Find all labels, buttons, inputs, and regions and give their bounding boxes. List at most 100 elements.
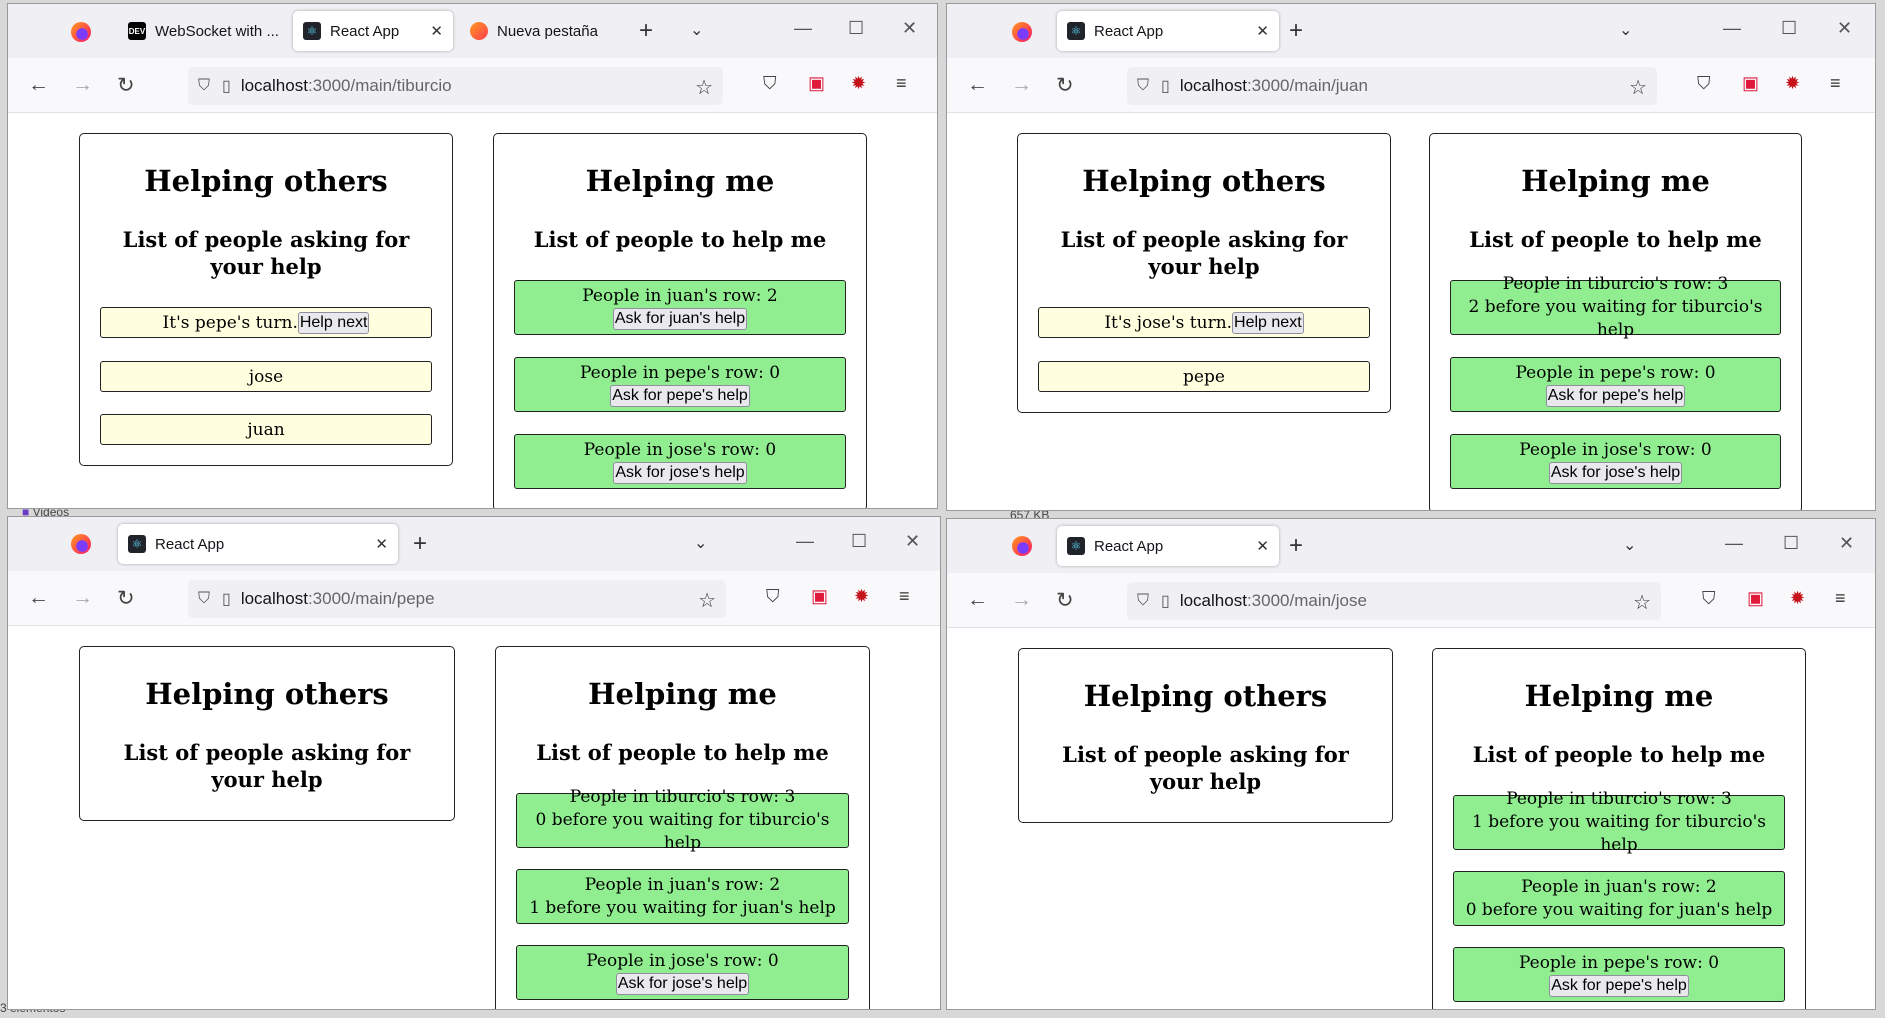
back-arrow-icon[interactable]: ← — [967, 588, 988, 612]
url-bar[interactable]: ⛉ ▯ localhost:3000/main/juan ☆ — [1127, 67, 1657, 105]
helper-row: People in pepe's row: 0 Ask for pepe's h… — [1450, 357, 1781, 412]
forward-arrow-icon[interactable]: → — [1011, 73, 1032, 97]
close-tab-icon[interactable]: ✕ — [1256, 537, 1269, 555]
tracking-shield-icon[interactable]: ⛉ — [1137, 592, 1149, 610]
ask-for-help-button[interactable]: Ask for pepe's help — [1549, 975, 1689, 997]
container-icon[interactable]: ▣ — [811, 586, 828, 607]
list-tabs-chevron-icon[interactable]: ⌄ — [690, 20, 703, 40]
helper-row-count: People in tiburcio's row: 3 — [569, 787, 796, 807]
bookmark-star-icon[interactable]: ☆ — [1629, 75, 1647, 100]
minimize-icon[interactable]: — — [796, 531, 814, 552]
new-tab-icon[interactable]: + — [639, 17, 653, 45]
ask-for-help-button[interactable]: Ask for jose's help — [615, 973, 750, 995]
tab-bar: ⚛ React App ✕ + ⌄ — ☐ ✕ — [947, 4, 1875, 58]
new-tab-icon[interactable]: + — [413, 530, 427, 558]
url-text[interactable]: localhost:3000/main/jose — [1180, 591, 1367, 611]
bookmark-star-icon[interactable]: ☆ — [698, 588, 716, 613]
pocket-icon[interactable]: ⛉ — [1697, 73, 1711, 94]
current-turn-text: It's pepe's turn. — [162, 312, 298, 333]
tab-bar: DEV WebSocket with ... ⚛ React App ✕ Nue… — [8, 4, 937, 58]
close-tab-icon[interactable]: ✕ — [430, 22, 443, 40]
tab-label: Nueva pestaña — [497, 22, 598, 40]
bookmark-star-icon[interactable]: ☆ — [1633, 590, 1651, 615]
ask-for-help-button[interactable]: Ask for pepe's help — [1545, 385, 1686, 407]
ask-for-help-button[interactable]: Ask for pepe's help — [610, 385, 750, 407]
close-window-icon[interactable]: ✕ — [905, 531, 920, 552]
container-icon[interactable]: ▣ — [1742, 73, 1759, 94]
url-text[interactable]: localhost:3000/main/juan — [1180, 76, 1368, 96]
extension-icon[interactable]: ✹ — [1785, 73, 1800, 94]
tab-react-app[interactable]: ⚛ React App ✕ — [118, 524, 398, 564]
back-arrow-icon[interactable]: ← — [28, 73, 49, 97]
url-text[interactable]: localhost:3000/main/pepe — [241, 589, 435, 609]
pocket-icon[interactable]: ⛉ — [766, 586, 780, 607]
tracking-shield-icon[interactable]: ⛉ — [198, 590, 210, 608]
maximize-icon[interactable]: ☐ — [848, 18, 864, 39]
extension-icon[interactable]: ✹ — [851, 73, 866, 94]
bookmark-star-icon[interactable]: ☆ — [695, 75, 713, 100]
minimize-icon[interactable]: — — [1723, 18, 1741, 39]
reload-icon[interactable]: ↻ — [117, 73, 135, 98]
help-next-button[interactable]: Help next — [297, 311, 370, 334]
list-tabs-chevron-icon[interactable]: ⌄ — [694, 533, 707, 553]
ask-for-help-button[interactable]: Ask for juan's help — [612, 308, 748, 330]
tracking-shield-icon[interactable]: ⛉ — [198, 77, 210, 95]
url-bar[interactable]: ⛉ ▯ localhost:3000/main/jose ☆ — [1127, 582, 1661, 620]
page-icon: ▯ — [222, 78, 231, 95]
extension-icon[interactable]: ✹ — [1790, 588, 1805, 609]
minimize-icon[interactable]: — — [1725, 533, 1743, 554]
ask-for-help-button[interactable]: Ask for jose's help — [613, 462, 747, 484]
reload-icon[interactable]: ↻ — [1056, 73, 1074, 98]
maximize-icon[interactable]: ☐ — [1781, 18, 1797, 39]
container-icon[interactable]: ▣ — [1747, 588, 1764, 609]
help-next-button[interactable]: Help next — [1232, 311, 1304, 334]
url-bar[interactable]: ⛉ ▯ localhost:3000/main/tiburcio ☆ — [188, 67, 723, 105]
tab-nueva-pestana[interactable]: Nueva pestaña — [460, 11, 635, 51]
close-tab-icon[interactable]: ✕ — [1256, 22, 1269, 40]
helping-others-title: Helping others — [1083, 679, 1328, 713]
pocket-icon[interactable]: ⛉ — [763, 73, 777, 94]
helping-me-title: Helping me — [585, 164, 775, 198]
tab-websocket[interactable]: DEV WebSocket with ... — [118, 11, 288, 51]
pocket-icon[interactable]: ⛉ — [1702, 588, 1716, 609]
maximize-icon[interactable]: ☐ — [851, 531, 867, 552]
list-tabs-chevron-icon[interactable]: ⌄ — [1623, 535, 1636, 555]
tab-label: WebSocket with ... — [155, 22, 278, 40]
helper-row-count: People in tiburcio's row: 3 — [1502, 274, 1729, 294]
back-arrow-icon[interactable]: ← — [967, 73, 988, 97]
hamburger-menu-icon[interactable]: ≡ — [1830, 73, 1841, 94]
tab-react-app[interactable]: ⚛ React App ✕ — [1057, 526, 1279, 566]
reload-icon[interactable]: ↻ — [117, 586, 135, 611]
close-window-icon[interactable]: ✕ — [902, 18, 917, 39]
url-text[interactable]: localhost:3000/main/tiburcio — [241, 76, 452, 96]
list-tabs-chevron-icon[interactable]: ⌄ — [1619, 20, 1632, 40]
nav-bar: ← → ↻ ⛉ ▯ localhost:3000/main/jose ☆ ⛉ ▣… — [947, 573, 1875, 628]
close-window-icon[interactable]: ✕ — [1839, 533, 1854, 554]
tab-react-app[interactable]: ⚛ React App ✕ — [293, 11, 453, 51]
hamburger-menu-icon[interactable]: ≡ — [899, 586, 910, 607]
helping-me-card: Helping me List of people to help me Peo… — [1432, 648, 1806, 1009]
tracking-shield-icon[interactable]: ⛉ — [1137, 77, 1149, 95]
reload-icon[interactable]: ↻ — [1056, 588, 1074, 613]
container-icon[interactable]: ▣ — [808, 73, 825, 94]
back-arrow-icon[interactable]: ← — [28, 586, 49, 610]
close-window-icon[interactable]: ✕ — [1837, 18, 1852, 39]
extension-icon[interactable]: ✹ — [854, 586, 869, 607]
new-tab-icon[interactable]: + — [1289, 532, 1303, 560]
hamburger-menu-icon[interactable]: ≡ — [896, 73, 907, 94]
ask-for-help-button[interactable]: Ask for jose's help — [1548, 462, 1683, 484]
forward-arrow-icon[interactable]: → — [72, 73, 93, 97]
helper-row-count: People in juan's row: 2 — [582, 286, 778, 306]
maximize-icon[interactable]: ☐ — [1783, 533, 1799, 554]
firefox-icon — [71, 534, 91, 554]
tab-react-app[interactable]: ⚛ React App ✕ — [1057, 11, 1279, 51]
forward-arrow-icon[interactable]: → — [1011, 588, 1032, 612]
hamburger-menu-icon[interactable]: ≡ — [1835, 588, 1846, 609]
helper-row-waiting: 2 before you waiting for tiburcio's help — [1468, 297, 1763, 340]
current-turn-text: It's jose's turn. — [1104, 312, 1233, 333]
new-tab-icon[interactable]: + — [1289, 17, 1303, 45]
minimize-icon[interactable]: — — [794, 18, 812, 39]
close-tab-icon[interactable]: ✕ — [375, 535, 388, 553]
forward-arrow-icon[interactable]: → — [72, 586, 93, 610]
url-bar[interactable]: ⛉ ▯ localhost:3000/main/pepe ☆ — [188, 580, 726, 618]
